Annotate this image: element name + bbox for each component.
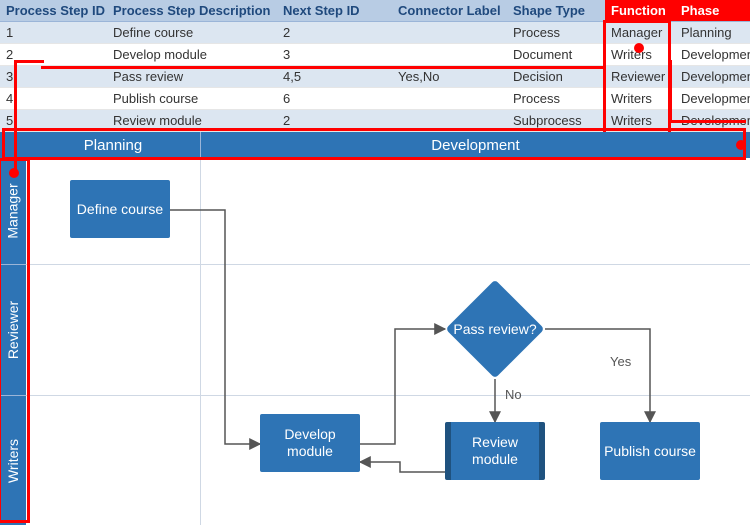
shape-develop-module: Develop module [260,414,360,472]
th-next-id: Next Step ID [277,0,392,22]
shape-pass-review: Pass review? [445,279,545,379]
table-row: 4 Publish course 6 Process Writers Devel… [0,88,750,110]
process-table: Process Step ID Process Step Description… [0,0,750,132]
th-conn-label: Connector Label [392,0,507,22]
shape-define-course: Define course [70,180,170,238]
lane-divider [26,264,750,265]
th-step-id: Process Step ID [0,0,107,22]
th-shape-type: Shape Type [507,0,605,22]
connector-label-yes: Yes [610,354,631,369]
phase-planning: Planning [26,132,200,158]
corner-cell [0,132,26,158]
swimlane-diagram: Planning Development Manager Reviewer Wr… [0,132,750,525]
lane-divider [26,395,750,396]
connector-label-no: No [505,387,522,402]
process-table-container: Process Step ID Process Step Description… [0,0,750,132]
lane-manager: Manager [0,158,26,264]
shape-publish-course: Publish course [600,422,700,480]
shape-review-module: Review module [445,422,545,480]
table-row: 1 Define course 2 Process Manager Planni… [0,22,750,44]
table-row: 3 Pass review 4,5 Yes,No Decision Review… [0,66,750,88]
th-phase: Phase [675,0,750,22]
lane-reviewer: Reviewer [0,264,26,395]
table-row: 2 Develop module 3 Document Writers Deve… [0,44,750,66]
phase-divider [200,158,201,525]
th-function: Function [605,0,675,22]
lane-writers: Writers [0,395,26,525]
th-step-desc: Process Step Description [107,0,277,22]
table-row: 5 Review module 2 Subprocess Writers Dev… [0,110,750,132]
phase-development: Development [200,132,750,158]
